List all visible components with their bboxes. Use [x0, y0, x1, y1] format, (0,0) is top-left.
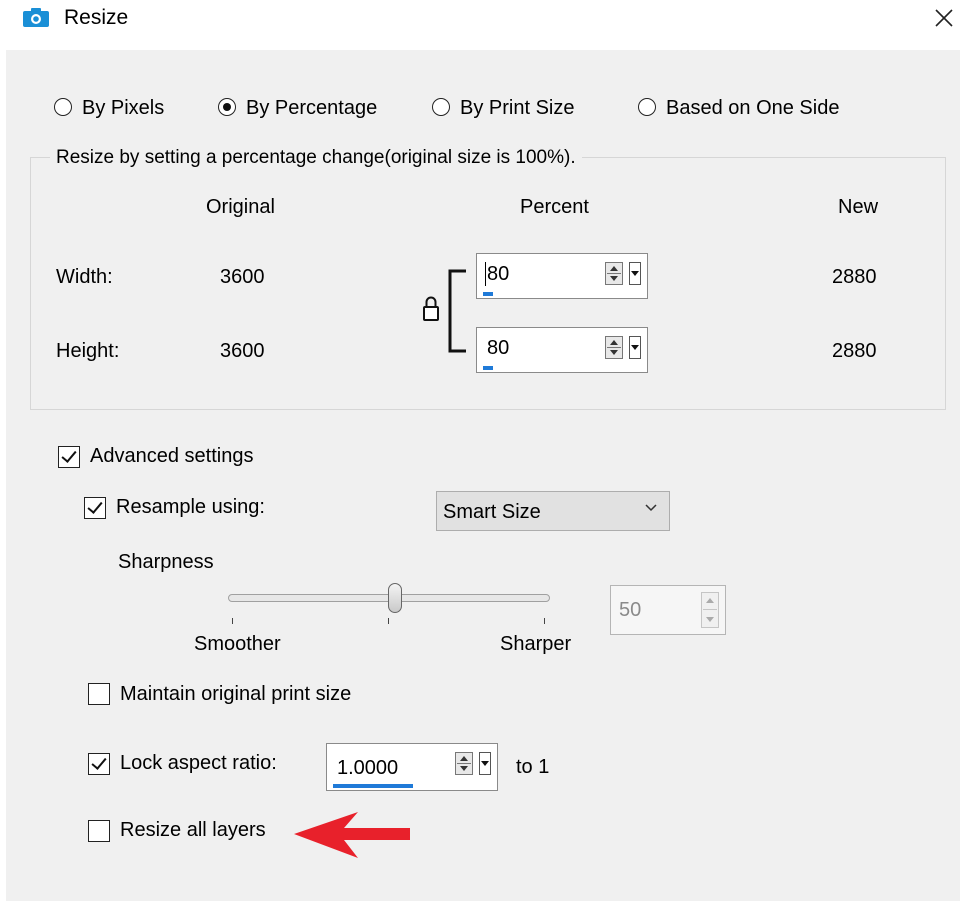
- height-percent-value[interactable]: 80: [487, 337, 509, 359]
- sharpness-value[interactable]: 50: [619, 599, 641, 621]
- resample-method-value: Smart Size: [443, 501, 541, 523]
- aspect-suffix: to 1: [516, 756, 550, 778]
- group-caption: Resize by setting a percentage change(or…: [50, 146, 582, 170]
- chevron-down-icon: [645, 504, 657, 512]
- radio-by-print-size-label[interactable]: By Print Size: [460, 96, 574, 120]
- header-new: New: [838, 196, 879, 218]
- radio-by-percentage-label[interactable]: By Percentage: [246, 96, 377, 120]
- radio-by-pixels-label[interactable]: By Pixels: [82, 96, 164, 120]
- close-icon[interactable]: [930, 4, 958, 32]
- sharpness-spin-arrows[interactable]: [701, 592, 719, 628]
- width-original: 3600: [220, 266, 265, 288]
- focus-underline: [483, 292, 493, 296]
- height-label: Height:: [56, 340, 120, 362]
- advanced-settings-checkbox[interactable]: [58, 446, 80, 468]
- height-spin-dropdown[interactable]: [629, 336, 641, 359]
- resize-all-layers-label[interactable]: Resize all layers: [120, 818, 266, 842]
- red-arrow-icon: [294, 812, 410, 858]
- width-spin-arrows[interactable]: [605, 262, 623, 285]
- aspect-ratio-spinbox[interactable]: 1.0000: [326, 743, 498, 791]
- width-new: 2880: [832, 266, 877, 288]
- maintain-print-size-label[interactable]: Maintain original print size: [120, 682, 351, 706]
- slider-tick: [388, 618, 389, 624]
- window-title: Resize: [64, 6, 129, 29]
- header-original: Original: [206, 196, 275, 218]
- sharpness-slider-thumb[interactable]: [388, 583, 402, 613]
- radio-by-percentage[interactable]: [218, 98, 236, 116]
- aspect-spin-dropdown[interactable]: [479, 752, 491, 775]
- height-original: 3600: [220, 340, 265, 362]
- sharpness-spinbox[interactable]: 50: [610, 585, 726, 635]
- radio-by-pixels[interactable]: [54, 98, 72, 116]
- slider-max-label: Sharper: [500, 633, 572, 655]
- sharpness-label: Sharpness: [118, 551, 214, 573]
- height-percent-spinbox[interactable]: 80: [476, 327, 648, 373]
- focus-underline: [333, 784, 413, 788]
- height-spin-arrows[interactable]: [605, 336, 623, 359]
- width-percent-spinbox[interactable]: 80: [476, 253, 648, 299]
- text-caret: [485, 262, 486, 286]
- advanced-settings-label[interactable]: Advanced settings: [90, 444, 253, 468]
- resize-all-layers-checkbox[interactable]: [88, 820, 110, 842]
- radio-based-on-one-side[interactable]: [638, 98, 656, 116]
- slider-tick: [232, 618, 233, 624]
- aspect-ratio-value[interactable]: 1.0000: [337, 757, 398, 779]
- resample-method-select[interactable]: Smart Size: [436, 491, 670, 531]
- slider-min-label: Smoother: [194, 633, 281, 655]
- resample-label[interactable]: Resample using:: [116, 495, 265, 519]
- slider-tick: [544, 618, 545, 624]
- camera-icon: [23, 8, 49, 27]
- lock-aspect-label[interactable]: Lock aspect ratio:: [120, 751, 277, 775]
- lock-ratio-bracket-icon[interactable]: [418, 268, 472, 358]
- aspect-spin-arrows[interactable]: [455, 752, 473, 775]
- focus-underline: [483, 366, 493, 370]
- radio-by-print-size[interactable]: [432, 98, 450, 116]
- header-percent: Percent: [520, 196, 589, 218]
- height-new: 2880: [832, 340, 877, 362]
- width-spin-dropdown[interactable]: [629, 262, 641, 285]
- lock-aspect-checkbox[interactable]: [88, 753, 110, 775]
- width-label: Width:: [56, 266, 113, 288]
- resample-checkbox[interactable]: [84, 497, 106, 519]
- maintain-print-size-checkbox[interactable]: [88, 683, 110, 705]
- width-percent-value[interactable]: 80: [487, 263, 509, 285]
- radio-based-on-one-side-label[interactable]: Based on One Side: [666, 96, 839, 120]
